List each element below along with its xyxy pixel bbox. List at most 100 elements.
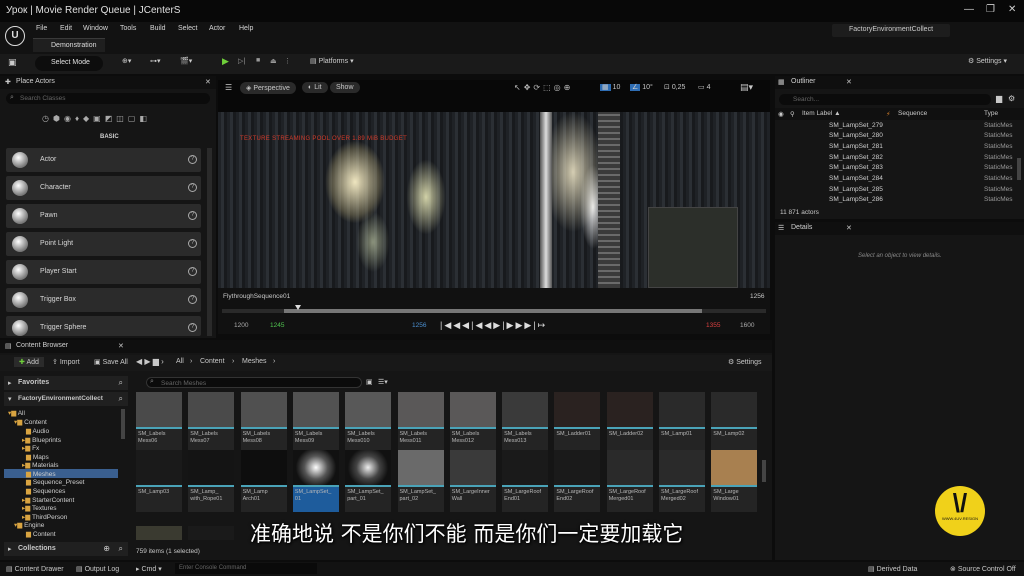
camera-speed-button[interactable]: ▭ 4 [698,83,710,91]
scale-snap-button[interactable]: ⊡ 0,25 [664,83,685,91]
menu-actor[interactable]: Actor [209,25,225,32]
asset-tile[interactable]: SM_LampSet_ 01 [292,450,339,512]
outliner-row[interactable]: SM_LampSet_286 [829,196,883,203]
folder-meshes[interactable]: ▆ Meshes [26,470,56,478]
folder-blueprints[interactable]: ▸▆ Blueprints [22,436,61,444]
column-sequence[interactable]: Sequence [898,110,927,117]
asset-tile[interactable]: SM_Labels Mess07 [188,392,235,454]
folder-starter-content[interactable]: ▸▆ StarterContent [22,496,74,504]
search-meshes-input[interactable]: Search Meshes [146,377,362,388]
asset-tile[interactable]: SM_Labels Mess010 [345,392,392,454]
scrollbar[interactable] [207,148,212,336]
show-button[interactable]: Show [330,82,360,93]
outliner-search-input[interactable]: Search... [779,94,991,105]
select-mode-button[interactable]: Select Mode [35,56,103,71]
source-control-button[interactable]: ⊗ Source Control Off [950,565,1016,573]
asset-tile[interactable]: SM_Lamp03 [136,450,182,512]
folder-engine[interactable]: ▾▆ Engine [14,521,44,529]
scrollbar[interactable] [121,409,125,439]
actor-category-icons[interactable]: ◷⬢◉♦◆▣◩◫▢◧ [42,114,172,126]
actor-item[interactable]: Point Light? [6,232,201,256]
search-icon[interactable]: ⌕ [119,394,123,404]
folder-add-icon[interactable]: ▆ [996,94,1002,103]
asset-tile[interactable]: SM_Lamp_ with_Rope01 [188,450,235,512]
asset-tile[interactable]: SM_Lamp02 [711,392,758,454]
settings-button[interactable]: ⚙ Settings ▾ [968,57,1007,65]
gear-icon[interactable]: ⚙ [1008,94,1015,103]
asset-tile[interactable]: SM_LampSet_ part_01 [345,450,392,512]
asset-tile[interactable]: SM_Large Window01 [711,450,758,512]
search-icon[interactable]: ⌕ [119,378,123,388]
asset-tile[interactable]: SM_Labels Mess013 [502,392,549,454]
actor-item[interactable]: Actor? [6,148,201,172]
breadcrumb-meshes[interactable]: Meshes [242,358,267,365]
folder-meshes-selected[interactable] [4,469,118,478]
menu-tools[interactable]: Tools [120,25,136,32]
outliner-row[interactable]: SM_LampSet_284 [829,175,883,182]
project-header[interactable]: ▾ FactoryEnvironmentCollect ⌕ [4,392,128,406]
folder-sequences[interactable]: ▆ Sequences [26,487,65,495]
grid-snap-button[interactable]: ▦ 10 [600,83,620,91]
breadcrumb-content[interactable]: Content [200,358,225,365]
angle-snap-button[interactable]: ∠ 10° [630,83,653,91]
filter-icon[interactable]: ☰▾ [378,378,388,386]
close-tab-icon[interactable]: ✕ [118,342,124,350]
console-input[interactable]: Enter Console Command [175,563,317,574]
save-search-icon[interactable]: ▣ [366,378,373,386]
blueprint-icon[interactable]: ⊶▾ [150,57,161,65]
pin-icon[interactable]: ⚲ [790,110,795,118]
more-play-icon[interactable]: ⋮ [284,57,291,65]
menu-window[interactable]: Window [83,25,108,32]
history-back-icon[interactable]: ◀ ▶ ▆ › [136,357,164,366]
actor-item[interactable]: Trigger Sphere? [6,316,201,336]
outliner-row[interactable]: SM_LampSet_285 [829,186,883,193]
folder-all[interactable]: ▾▆ All [8,409,25,417]
layout-icon[interactable]: ▤▾ [740,82,753,93]
asset-tile-partial[interactable] [136,526,182,540]
import-button[interactable]: ⇪ Import [52,358,80,366]
cb-settings-button[interactable]: ⚙ Settings [728,358,762,366]
folder-materials[interactable]: ▸▆ Materials [22,461,58,469]
asset-tile[interactable]: SM_LargeRoof End01 [502,450,549,512]
favorites-header[interactable]: ▸ Favorites ⌕ [4,376,128,390]
playback-controls-icon[interactable]: |◀◀◀|◀◀▶|▶▶▶|↦ [440,320,547,331]
save-icon[interactable]: ▣ [8,57,17,68]
close-tab-icon[interactable]: ✕ [846,78,852,86]
asset-tile[interactable]: SM_Labels Mess012 [449,392,496,454]
close-tab-icon[interactable]: ✕ [205,78,211,86]
scrollbar[interactable] [762,460,766,482]
asset-tile[interactable]: SM_Labels Mess08 [240,392,287,454]
breadcrumb-all[interactable]: All [176,358,184,365]
maximize-icon[interactable]: ❐ [986,4,995,15]
asset-tile[interactable]: SM_LargeRoof Merged01 [606,450,653,512]
help-icon[interactable]: ? [188,239,197,248]
asset-tile[interactable]: SM_LampSet_ part_02 [397,450,444,512]
search-icon[interactable]: ⌕ [119,544,123,554]
menu-select[interactable]: Select [178,25,197,32]
stop-icon[interactable]: ■ [256,57,260,64]
folder-third-person[interactable]: ▸▆ ThirdPerson [22,513,67,521]
folder-sequence-preset[interactable]: ▆ Sequence_Preset [26,478,85,486]
cinematics-icon[interactable]: 🎬▾ [180,57,192,65]
column-type[interactable]: Type [984,110,998,117]
asset-tile[interactable]: SM_Labels Mess06 [136,392,182,454]
viewport-menu-icon[interactable]: ☰ [225,83,232,92]
help-icon[interactable]: ? [188,155,197,164]
actor-item[interactable]: Character? [6,176,201,200]
outliner-row[interactable]: SM_LampSet_281 [829,143,883,150]
unreal-logo-icon[interactable]: U [5,26,25,46]
scrollbar[interactable] [1017,158,1021,180]
step-icon[interactable]: ▷| [238,57,245,65]
asset-tile[interactable]: SM_Ladder02 [606,392,653,454]
add-actor-icon[interactable]: ⊕▾ [122,57,131,65]
search-classes-input[interactable]: Search Classes [6,93,210,104]
asset-tile[interactable]: SM_LargeRoof Merged02 [659,450,705,512]
asset-tile[interactable]: SM_LargeRoof End02 [554,450,601,512]
close-icon[interactable]: ✕ [1008,4,1016,15]
play-icon[interactable]: ▶ [222,56,229,67]
actor-item[interactable]: Trigger Box? [6,288,201,312]
eject-icon[interactable]: ⏏ [270,57,277,65]
asset-tile[interactable]: SM_Ladder01 [554,392,601,454]
platforms-button[interactable]: ▤ Platforms ▾ [310,57,354,65]
add-collection-icon[interactable]: ⊕ [103,544,110,553]
